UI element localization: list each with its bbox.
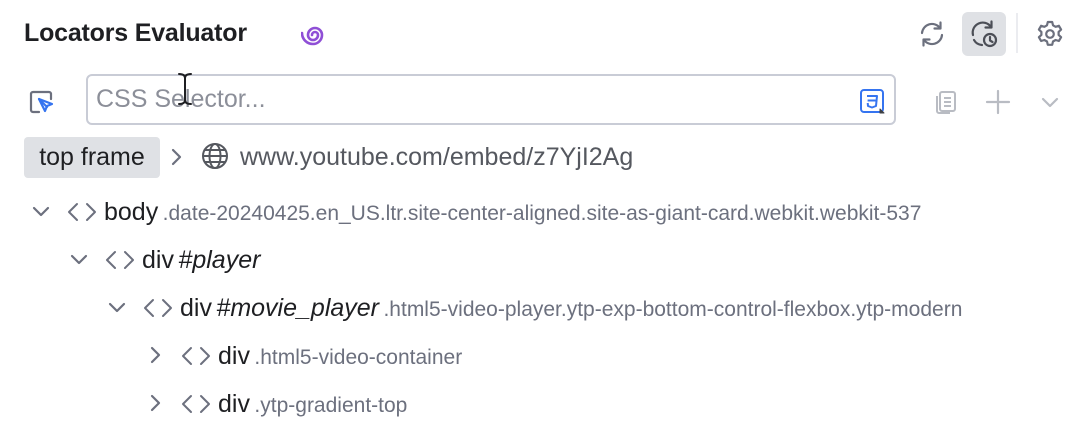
text-cursor-icon bbox=[176, 72, 194, 111]
chevron-down-icon bbox=[1038, 90, 1062, 114]
tree-row-body[interactable]: body .date-20240425.en_US.ltr.site-cente… bbox=[0, 192, 1088, 232]
tree-node-id: #player bbox=[178, 246, 261, 274]
html-tag-icon bbox=[66, 199, 98, 230]
history-reload-button[interactable] bbox=[962, 12, 1006, 56]
refresh-button[interactable] bbox=[910, 12, 954, 56]
more-options-button[interactable] bbox=[1030, 82, 1070, 122]
tree-node-classes: .date-20240425.en_US.ltr.site-center-ali… bbox=[162, 202, 922, 225]
toolbar-divider bbox=[1016, 13, 1018, 53]
html-tag-icon bbox=[142, 295, 174, 326]
settings-button[interactable] bbox=[1028, 12, 1072, 56]
css-selector-input[interactable] bbox=[96, 76, 846, 123]
chevron-down-icon[interactable] bbox=[68, 248, 90, 275]
css-file-icon[interactable] bbox=[858, 87, 886, 120]
html-tag-icon bbox=[180, 391, 212, 422]
spiral-logo-icon bbox=[298, 18, 332, 52]
tree-node-classes: .html5-video-container bbox=[254, 346, 463, 369]
gear-icon bbox=[1035, 19, 1065, 49]
chevron-right-icon[interactable] bbox=[144, 392, 166, 419]
tree-node-classes: .html5-video-player.ytp-exp-bottom-contr… bbox=[383, 298, 963, 321]
pick-element-button[interactable] bbox=[22, 82, 62, 122]
tree-node-classes: .ytp-gradient-top bbox=[254, 394, 408, 417]
pick-element-icon bbox=[27, 87, 57, 117]
chevron-down-icon[interactable] bbox=[30, 200, 52, 227]
tree-row-video-container[interactable]: div .html5-video-container bbox=[0, 336, 1088, 376]
chevron-right-icon bbox=[166, 146, 186, 173]
history-reload-icon bbox=[968, 18, 1000, 50]
breadcrumb-url[interactable]: www.youtube.com/embed/z7YjI2Ag bbox=[240, 140, 633, 174]
tree-row-player[interactable]: div #player bbox=[0, 240, 1088, 280]
tree-row-movie-player[interactable]: div #movie_player .html5-video-player.yt… bbox=[0, 288, 1088, 328]
tree-node-tag: div bbox=[218, 342, 250, 370]
sync-icon bbox=[916, 18, 948, 50]
tree-node-tag: body bbox=[104, 198, 159, 226]
frame-crumb[interactable]: top frame bbox=[24, 137, 160, 178]
panel-title: Locators Evaluator bbox=[24, 19, 247, 47]
tree-node-id: #movie_player bbox=[216, 294, 380, 322]
tree-row-gradient-top[interactable]: div .ytp-gradient-top bbox=[0, 384, 1088, 424]
html-tag-icon bbox=[104, 247, 136, 278]
css-selector-field[interactable] bbox=[86, 74, 896, 125]
copy-icon bbox=[932, 88, 960, 116]
plus-icon bbox=[984, 88, 1012, 116]
add-button[interactable] bbox=[978, 82, 1018, 122]
tree-node-tag: div bbox=[180, 294, 212, 322]
globe-icon bbox=[200, 141, 230, 176]
tree-node-tag: div bbox=[218, 390, 250, 418]
html-tag-icon bbox=[180, 343, 212, 374]
tree-node-tag: div bbox=[142, 246, 174, 274]
chevron-down-icon[interactable] bbox=[106, 296, 128, 323]
copy-button[interactable] bbox=[926, 82, 966, 122]
chevron-right-icon[interactable] bbox=[144, 344, 166, 371]
